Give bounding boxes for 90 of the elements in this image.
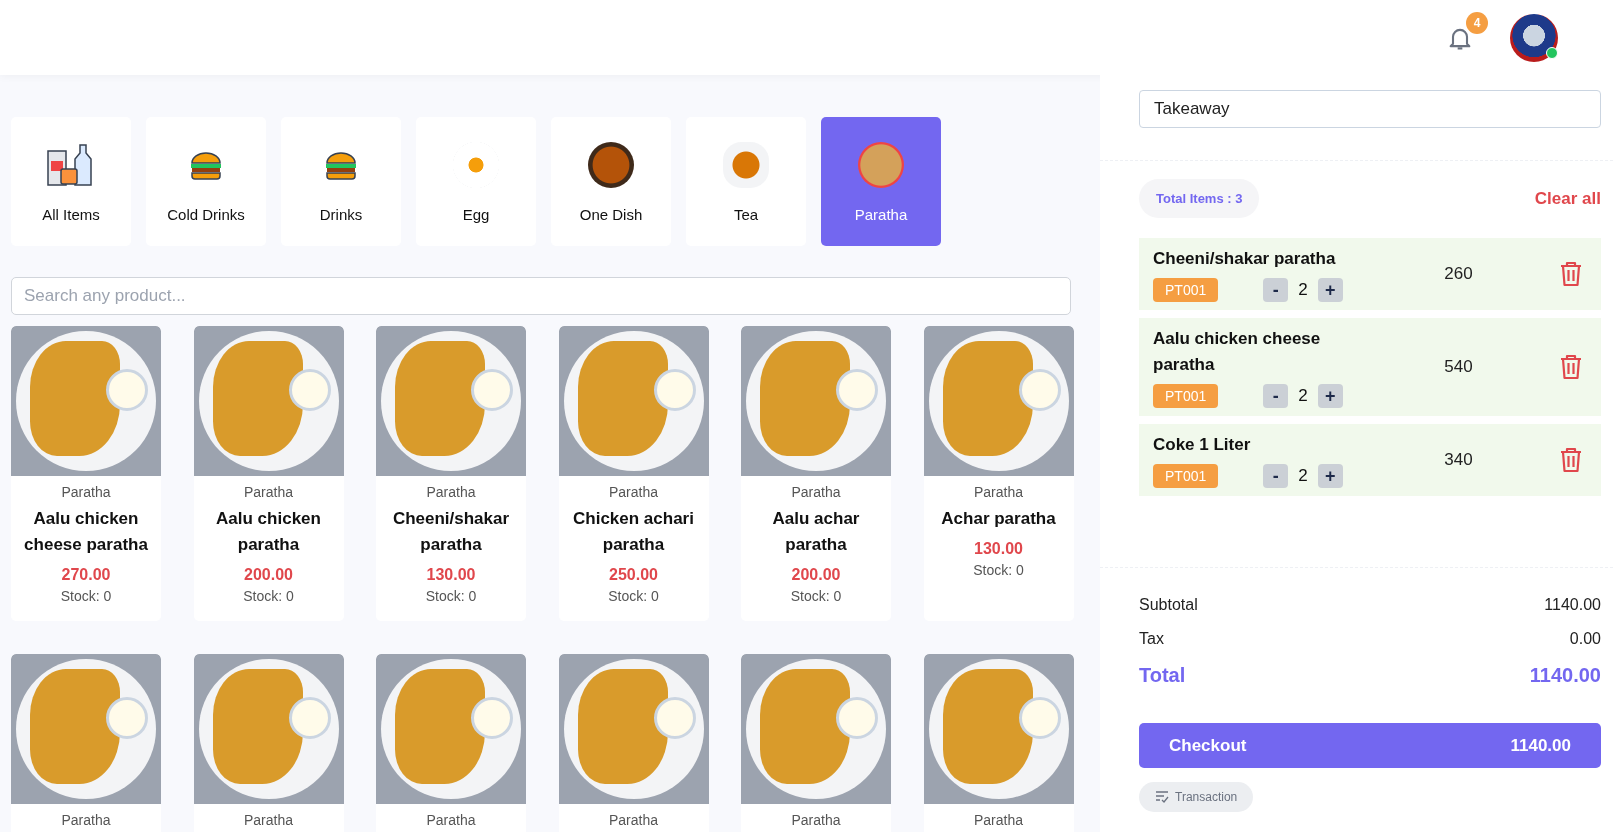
notification-count: 4 bbox=[1466, 11, 1488, 34]
category-tab[interactable]: Paratha bbox=[821, 117, 941, 246]
product-category: Paratha bbox=[243, 484, 293, 500]
transaction-button[interactable]: Transaction bbox=[1139, 782, 1254, 812]
product-card[interactable]: Paratha bbox=[376, 654, 526, 832]
trash-icon[interactable] bbox=[1559, 354, 1583, 380]
product-stock: Stock: 0 bbox=[243, 588, 294, 604]
cart-item-name: Aalu chicken cheese paratha bbox=[1153, 328, 1322, 376]
trash-icon[interactable] bbox=[1559, 447, 1583, 473]
product-price: 130.00 bbox=[974, 540, 1023, 558]
summary-value: 1140.00 bbox=[1529, 664, 1601, 687]
user-avatar[interactable] bbox=[1510, 13, 1558, 62]
product-category: Paratha bbox=[61, 812, 111, 828]
product-category: Paratha bbox=[243, 812, 293, 828]
summary-label: Subtotal bbox=[1139, 596, 1198, 614]
category-tab[interactable]: Cold Drinks bbox=[146, 117, 266, 246]
burger-icon bbox=[324, 150, 358, 180]
product-card[interactable]: Paratha Aalu chicken paratha 200.00 Stock: 0 bbox=[193, 326, 344, 621]
product-name: Chicken achari paratha bbox=[572, 508, 695, 556]
product-card[interactable]: Paratha bbox=[193, 654, 344, 832]
product-card[interactable]: Paratha bbox=[741, 654, 891, 832]
product-name: Achar paratha bbox=[940, 508, 1057, 530]
food-photo bbox=[858, 142, 904, 188]
product-category: Paratha bbox=[426, 484, 476, 500]
increase-button[interactable]: + bbox=[1317, 384, 1343, 408]
increase-button[interactable]: + bbox=[1317, 278, 1343, 302]
product-card[interactable]: Paratha bbox=[558, 654, 709, 832]
summary-label: Total bbox=[1139, 664, 1186, 687]
summary-value: 0.00 bbox=[1569, 630, 1601, 648]
product-category: Paratha bbox=[61, 484, 111, 500]
product-price: 250.00 bbox=[609, 566, 658, 584]
product-category: Paratha bbox=[608, 812, 658, 828]
product-stock: Stock: 0 bbox=[973, 562, 1024, 578]
burger-icon bbox=[189, 150, 223, 180]
product-category: Paratha bbox=[791, 812, 841, 828]
product-stock: Stock: 0 bbox=[60, 588, 112, 604]
product-name: Cheeni/shakar paratha bbox=[391, 508, 511, 556]
quantity-value: 2 bbox=[1298, 280, 1308, 300]
category-tab[interactable]: One Dish bbox=[551, 117, 671, 246]
food-photo bbox=[588, 142, 634, 188]
cart-item-amount: 540 bbox=[1443, 357, 1474, 377]
quantity-value: 2 bbox=[1298, 386, 1308, 406]
category-tab[interactable]: All Items bbox=[11, 117, 131, 246]
product-code-tag: PT001 bbox=[1153, 278, 1219, 302]
product-category: Paratha bbox=[791, 484, 841, 500]
product-card[interactable]: Paratha bbox=[923, 654, 1074, 832]
product-code-tag: PT001 bbox=[1153, 384, 1219, 408]
product-category: Paratha bbox=[608, 484, 658, 500]
product-price: 130.00 bbox=[426, 566, 476, 584]
decrease-button[interactable]: - bbox=[1263, 384, 1289, 408]
product-stock: Stock: 0 bbox=[790, 588, 842, 604]
decrease-button[interactable]: - bbox=[1263, 278, 1289, 302]
product-category: Paratha bbox=[973, 484, 1023, 500]
checkout-button[interactable]: Checkout 1140.00 bbox=[1139, 723, 1601, 768]
category-tab[interactable]: Tea bbox=[686, 117, 806, 246]
cart-item-name: Cheeni/shakar paratha bbox=[1153, 248, 1337, 270]
product-price: 200.00 bbox=[244, 566, 293, 584]
product-price: 270.00 bbox=[61, 566, 111, 584]
cart-item-amount: 340 bbox=[1443, 450, 1474, 470]
product-card[interactable]: Paratha Cheeni/shakar paratha 130.00 Stock: 0 bbox=[376, 326, 526, 621]
product-stock: Stock: 0 bbox=[608, 588, 659, 604]
filter-check-icon bbox=[1155, 791, 1169, 803]
product-card[interactable]: Paratha Aalu achar paratha 200.00 Stock: 0 bbox=[741, 326, 891, 621]
product-category: Paratha bbox=[973, 812, 1023, 828]
product-name: Aalu chicken paratha bbox=[215, 508, 322, 556]
cart-item-amount: 260 bbox=[1443, 264, 1474, 284]
cart-item-name: Coke 1 Liter bbox=[1153, 434, 1252, 456]
total-items-count: Total Items : 3 bbox=[1139, 179, 1260, 218]
product-code-tag: PT001 bbox=[1153, 464, 1219, 488]
quantity-value: 2 bbox=[1298, 466, 1308, 486]
product-price: 200.00 bbox=[791, 566, 841, 584]
summary-value: 1140.00 bbox=[1544, 596, 1601, 614]
product-card[interactable]: Paratha Aalu chicken cheese paratha 270.00 Stock: 0 bbox=[11, 326, 161, 621]
increase-button[interactable]: + bbox=[1317, 464, 1343, 488]
order-type-field[interactable]: Takeaway bbox=[1139, 90, 1601, 128]
product-category: Paratha bbox=[426, 812, 476, 828]
decrease-button[interactable]: - bbox=[1263, 464, 1289, 488]
product-stock: Stock: 0 bbox=[425, 588, 477, 604]
category-tab[interactable]: Drinks bbox=[281, 117, 401, 246]
product-name: Aalu achar paratha bbox=[771, 508, 861, 556]
summary-label: Tax bbox=[1139, 630, 1164, 648]
search-field[interactable]: Search any product... bbox=[11, 277, 1071, 315]
product-card[interactable]: Paratha Achar paratha 130.00 Stock: 0 bbox=[923, 326, 1074, 621]
category-tab[interactable]: Egg bbox=[416, 117, 536, 246]
product-name: Aalu chicken cheese paratha bbox=[23, 508, 149, 556]
clear-all-link[interactable]: Clear all bbox=[1534, 188, 1601, 209]
product-card[interactable]: Paratha bbox=[11, 654, 161, 832]
product-card[interactable]: Paratha Chicken achari paratha 250.00 Stock: 0 bbox=[558, 326, 709, 621]
food-photo bbox=[723, 142, 769, 188]
trash-icon[interactable] bbox=[1559, 261, 1583, 287]
